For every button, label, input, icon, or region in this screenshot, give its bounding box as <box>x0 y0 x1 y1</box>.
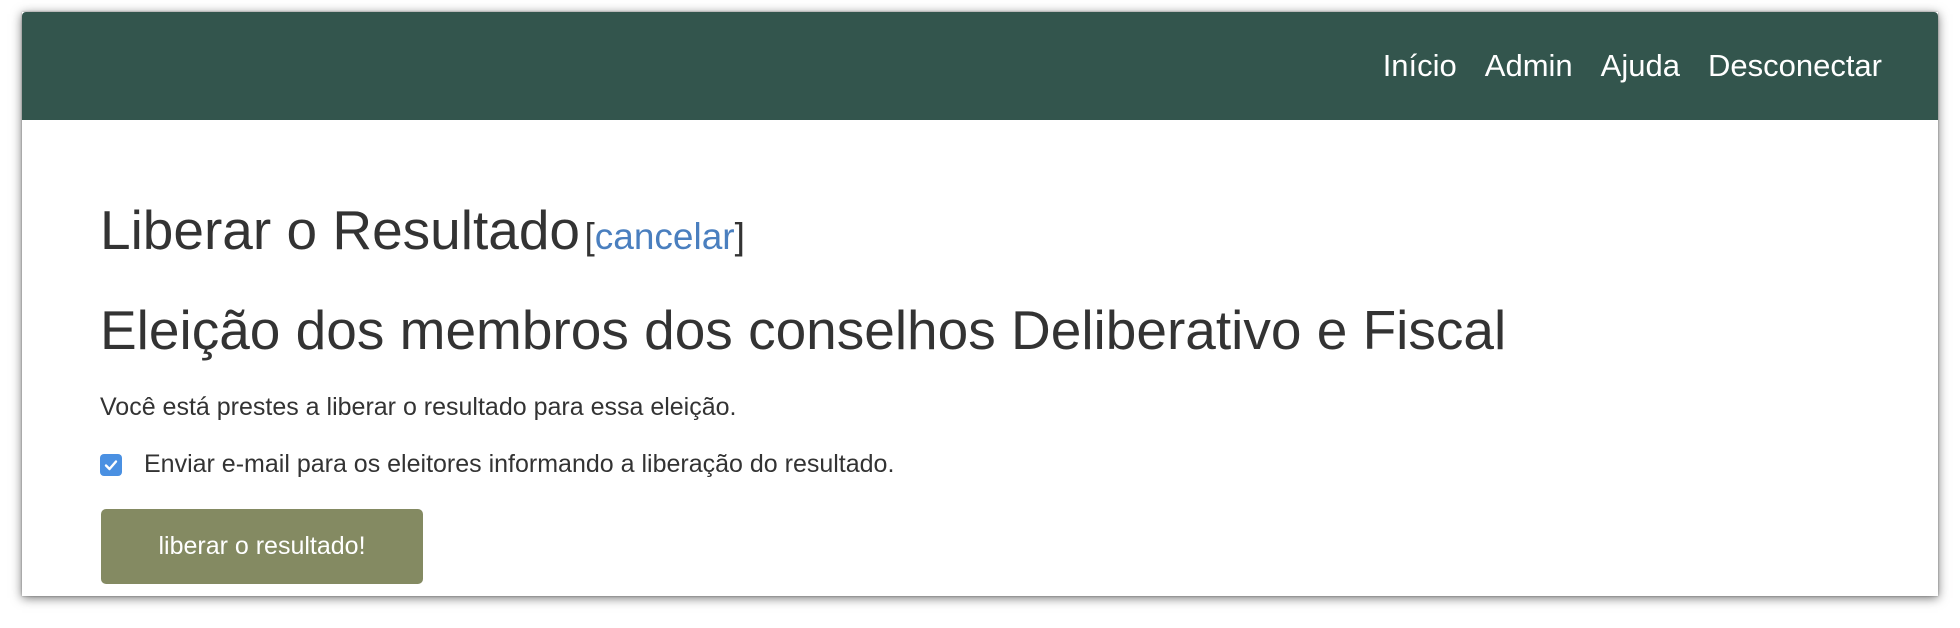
page-title: Liberar o Resultado <box>100 199 581 261</box>
title-row: Liberar o Resultado [cancelar] <box>100 198 745 262</box>
nav-link-desconectar[interactable]: Desconectar <box>1708 48 1882 84</box>
nav-links: Início Admin Ajuda Desconectar <box>1355 12 1882 120</box>
email-checkbox-label[interactable]: Enviar e-mail para os eleitores informan… <box>144 450 894 479</box>
nav-link-inicio[interactable]: Início <box>1383 48 1457 84</box>
email-checkbox-row: Enviar e-mail para os eleitores informan… <box>100 450 894 479</box>
nav-link-ajuda[interactable]: Ajuda <box>1601 48 1680 84</box>
election-name: Eleição dos membros dos conselhos Delibe… <box>100 299 1507 361</box>
top-navbar: Início Admin Ajuda Desconectar <box>22 12 1938 120</box>
release-result-button[interactable]: liberar o resultado! <box>101 509 423 584</box>
email-checkbox[interactable] <box>100 453 122 476</box>
browser-window: Início Admin Ajuda Desconectar Liberar o… <box>22 12 1938 596</box>
cancel-link[interactable]: cancelar <box>595 216 735 257</box>
checkmark-icon <box>104 459 118 470</box>
cancel-bracket-close: ] <box>734 216 745 257</box>
nav-link-admin[interactable]: Admin <box>1485 48 1573 84</box>
cancel-bracket-open: [ <box>584 216 595 257</box>
info-text: Você está prestes a liberar o resultado … <box>100 393 737 421</box>
